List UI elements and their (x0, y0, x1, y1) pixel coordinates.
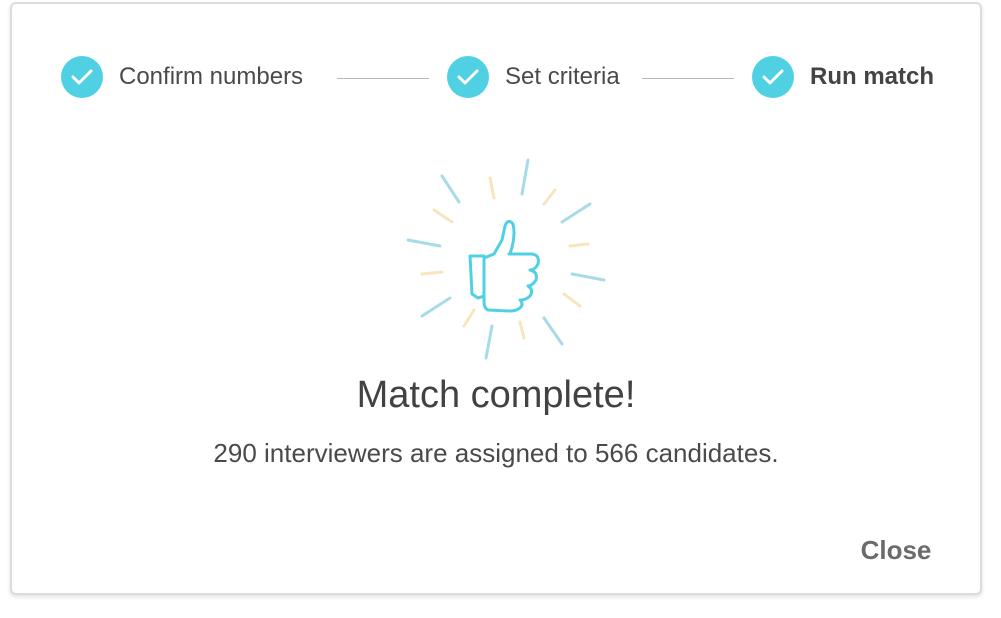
match-complete-title: Match complete! (356, 374, 636, 416)
thumbs-up-icon (406, 158, 606, 360)
close-button[interactable]: Close (848, 530, 944, 570)
step-connector (642, 78, 734, 79)
step-confirm-numbers: Confirm numbers (61, 56, 303, 98)
step-set-criteria: Set criteria (447, 56, 620, 98)
check-icon (447, 56, 489, 98)
step-label: Run match (810, 63, 935, 90)
check-icon (752, 56, 794, 98)
step-run-match: Run match (752, 56, 934, 98)
match-summary-text: 290 interviewers are assigned to 566 can… (213, 438, 779, 468)
match-complete-dialog: Confirm numbers Set criteria Run match M… (10, 2, 982, 595)
check-icon (61, 56, 103, 98)
step-connector (337, 78, 429, 79)
step-label: Set criteria (505, 63, 620, 90)
thumbs-up-illustration (392, 154, 622, 364)
step-label: Confirm numbers (119, 63, 304, 90)
